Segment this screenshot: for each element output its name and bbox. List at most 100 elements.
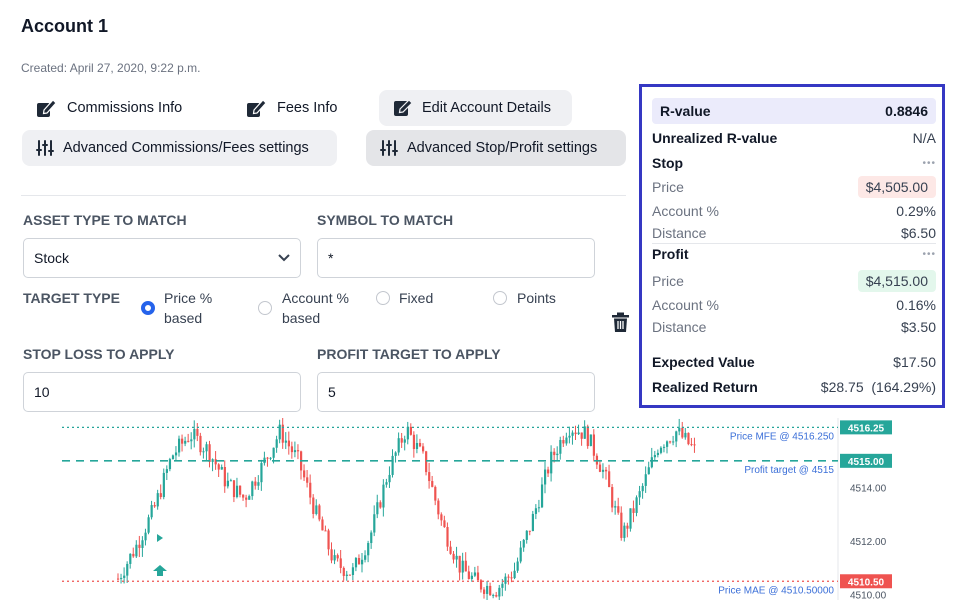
candle-body [437, 500, 440, 515]
candle-body [306, 477, 309, 483]
candle-body [681, 427, 684, 438]
y-tick-label: 4512.00 [850, 537, 887, 548]
candle-body [214, 459, 217, 465]
candle-body [226, 480, 229, 487]
candle-body [467, 571, 470, 580]
radio-account-percent[interactable] [258, 301, 272, 315]
radio-account-percent-label: Account % based [282, 290, 349, 326]
commissions-info-button[interactable]: Commissions Info [22, 90, 196, 126]
candle-body [659, 447, 663, 453]
stop-loss-input[interactable]: 10 [23, 372, 301, 412]
candle-body [568, 435, 571, 438]
candle-body [312, 497, 315, 514]
candle-body [309, 482, 312, 498]
advanced-stop-profit-label: Advanced Stop/Profit settings [407, 140, 598, 156]
symbol-input[interactable]: * [317, 238, 595, 278]
candle-body [269, 457, 272, 459]
symbol-label: SYMBOL TO MATCH [317, 212, 454, 228]
profit-price-row: Price $4,515.00 [652, 269, 936, 293]
symbol-value: * [328, 250, 334, 266]
stop-loss-value: 10 [34, 384, 50, 400]
price-marker-label: Price MAE @ 4510.50000 [718, 585, 834, 596]
candle-body [242, 494, 245, 498]
candle-body [598, 464, 602, 472]
candle-body [208, 444, 211, 462]
candle-body [296, 450, 300, 452]
radio-price-percent-label: Price % based [164, 290, 213, 326]
candle-body [330, 549, 333, 561]
candle-body [290, 446, 294, 453]
candle-body [147, 517, 150, 533]
candle-body [367, 543, 370, 556]
candle-body [507, 576, 510, 578]
candle-body [327, 530, 330, 550]
price-marker-label: Price MFE @ 4516.250 [730, 431, 835, 442]
candle-body [489, 585, 492, 596]
edit-icon [394, 99, 413, 116]
candle-body [620, 512, 623, 538]
profit-target-input[interactable]: 5 [317, 372, 595, 412]
candle-body [385, 482, 388, 485]
sliders-icon [36, 140, 54, 156]
stop-label: Stop [652, 155, 684, 171]
advanced-commissions-fees-button[interactable]: Advanced Commissions/Fees settings [22, 130, 337, 166]
candle-body [556, 453, 559, 456]
trash-icon[interactable] [611, 312, 630, 333]
candle-body [184, 440, 187, 444]
candle-body [248, 496, 251, 500]
candle-body [223, 466, 226, 487]
candle-body [455, 555, 458, 560]
candle-body [342, 567, 345, 576]
candle-body [400, 438, 403, 443]
candle-body [272, 447, 275, 458]
unrealized-value: N/A [912, 130, 936, 146]
candle-body [662, 446, 666, 448]
price-badge-text: 4516.25 [848, 423, 885, 434]
radio-price-percent[interactable] [141, 301, 155, 315]
candle-body [284, 440, 287, 443]
candle-body [162, 472, 165, 498]
profit-more-icon[interactable]: ••• [922, 249, 936, 260]
realized-return-row: Realized Return $28.75 (164.29%) [652, 377, 936, 397]
candle-body [370, 532, 373, 544]
candle-body [501, 583, 504, 588]
advanced-stop-profit-button[interactable]: Advanced Stop/Profit settings [366, 130, 626, 166]
candle-body [357, 558, 361, 565]
candle-body [229, 480, 233, 482]
candle-body [614, 506, 617, 508]
candle-body [528, 530, 531, 532]
candle-body [656, 452, 660, 456]
candle-body [425, 451, 428, 473]
price-chart[interactable]: Price MFE @ 4516.250 4516.25 Profit target… [0, 418, 958, 600]
candle-body [547, 469, 550, 474]
radio-fixed[interactable] [376, 291, 390, 305]
candle-body [382, 484, 385, 508]
candle-body [132, 553, 135, 557]
candle-body [562, 439, 565, 444]
candle-body [165, 469, 168, 473]
stop-account-row: Account % 0.29% [652, 201, 936, 221]
candle-body [351, 567, 355, 575]
candle-body [458, 555, 461, 573]
advanced-commissions-fees-label: Advanced Commissions/Fees settings [63, 140, 309, 156]
candle-body [669, 441, 672, 443]
candle-body [260, 463, 263, 483]
edit-account-details-button[interactable]: Edit Account Details [379, 90, 572, 126]
profit-target-value: 5 [328, 384, 336, 400]
fees-info-label: Fees Info [277, 100, 338, 116]
candle-body [629, 508, 632, 529]
candle-body [492, 595, 495, 597]
fees-info-button[interactable]: Fees Info [232, 90, 351, 126]
profit-price-label: Price [652, 273, 684, 289]
r-value-label: R-value [660, 103, 711, 119]
asset-type-select[interactable]: Stock [23, 238, 301, 278]
candle-body [187, 440, 190, 442]
candle-body [647, 467, 650, 475]
stop-more-icon[interactable]: ••• [922, 158, 936, 169]
candle-body [391, 455, 394, 475]
unrealized-row: Unrealized R-value N/A [652, 128, 936, 148]
candle-body [580, 432, 583, 439]
radio-points[interactable] [493, 291, 507, 305]
stop-loss-label: STOP LOSS TO APPLY [23, 346, 175, 362]
candle-body [156, 493, 159, 507]
